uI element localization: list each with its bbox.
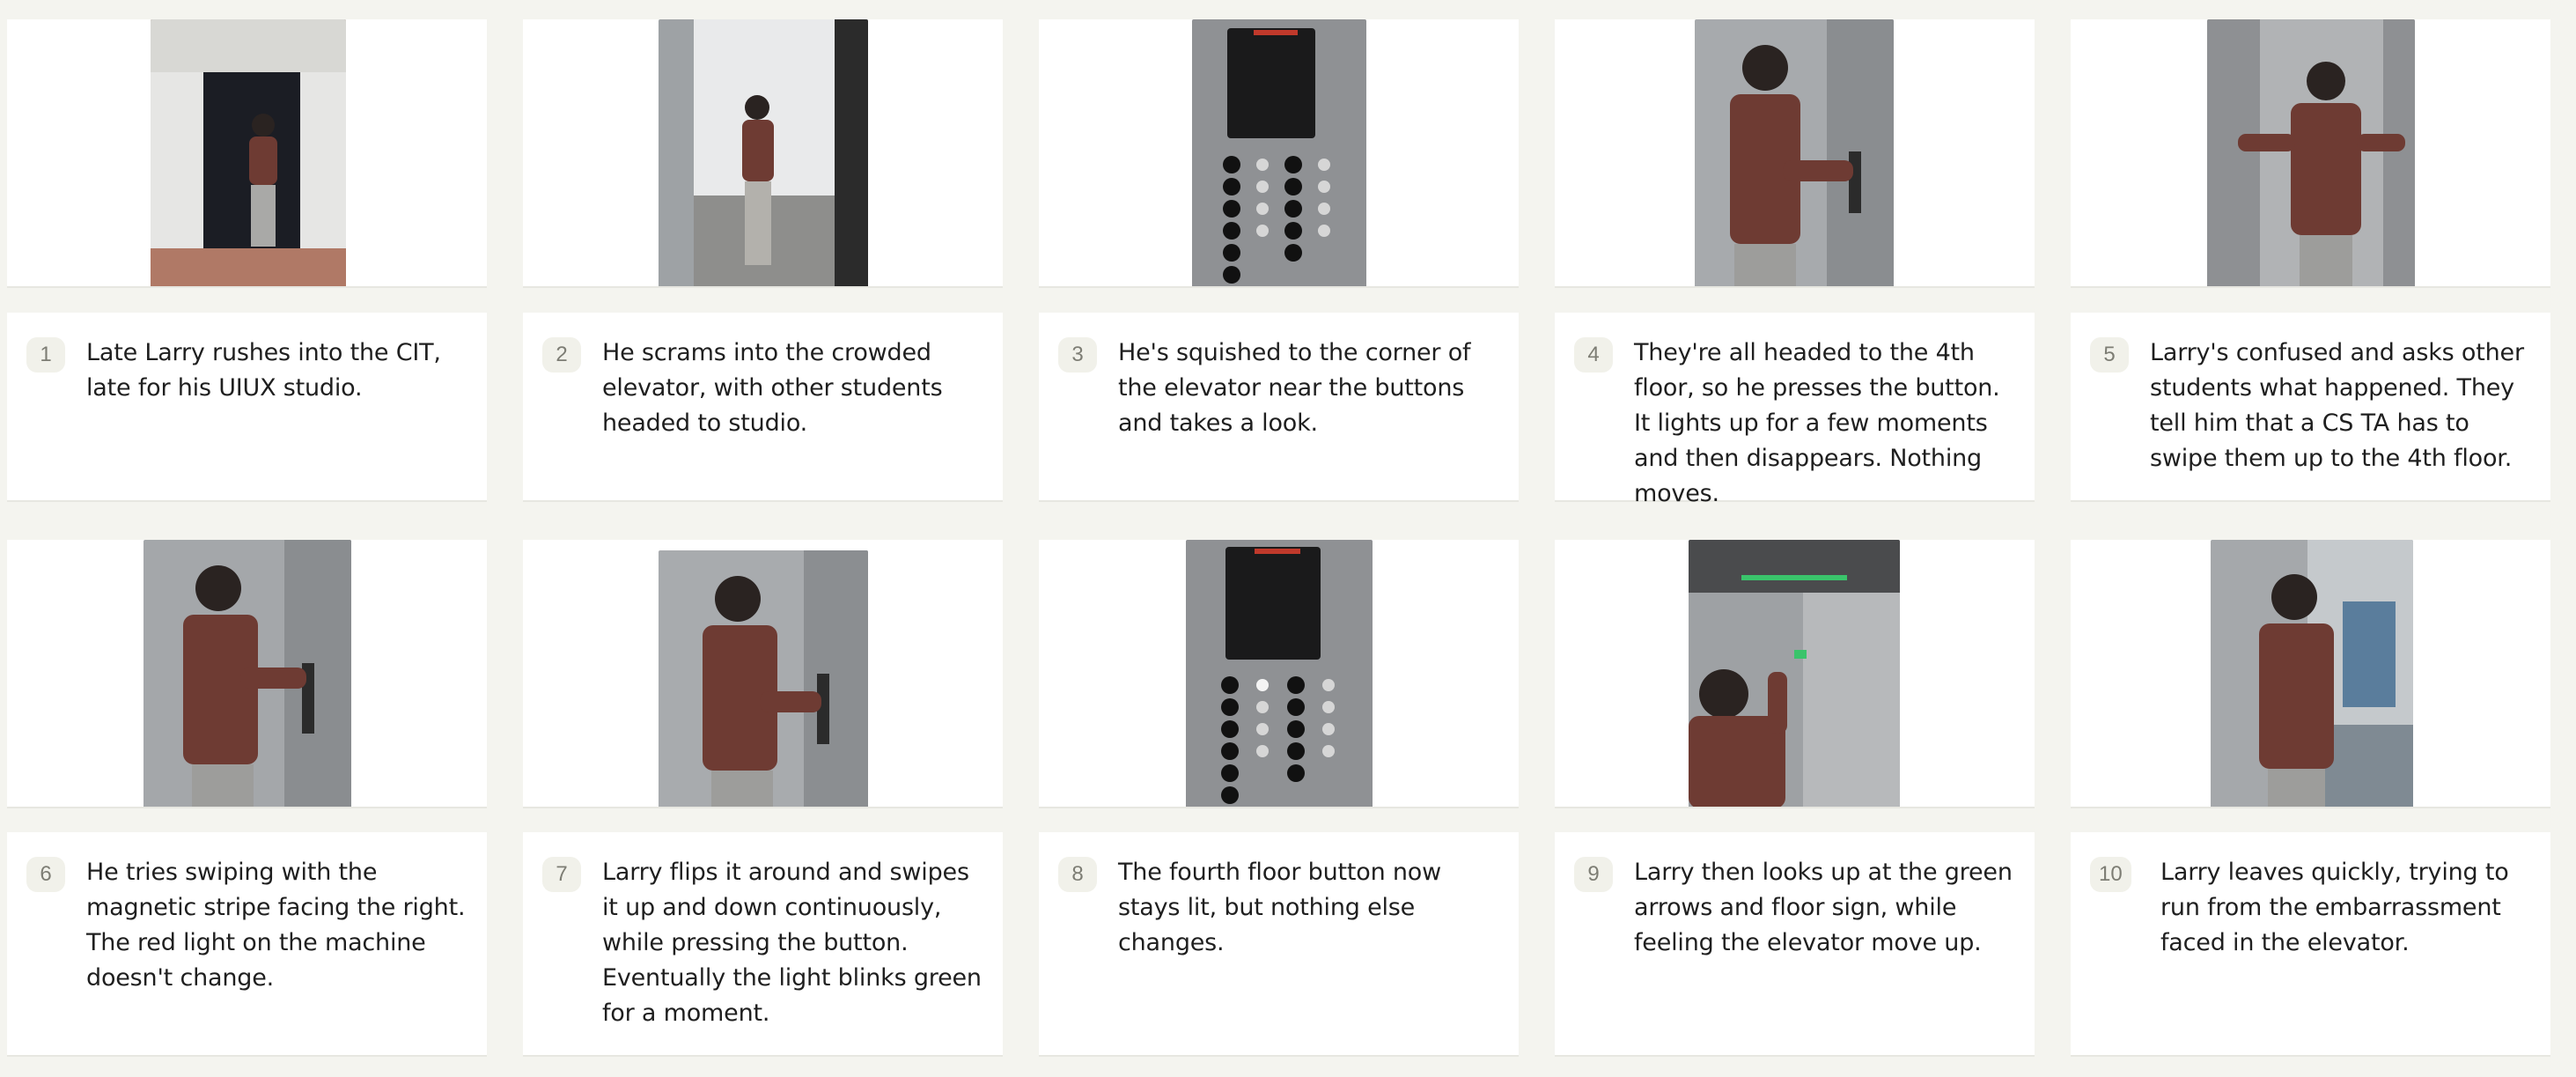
panel-caption: He scrams into the crowded elevator, wit… (602, 339, 943, 437)
panel-caption: Larry then looks up at the green arrows … (1634, 859, 2013, 956)
panel-caption: He tries swiping with the magnetic strip… (86, 859, 466, 992)
panel-5-caption-card: 5 Larry's confused and asks other studen… (2071, 313, 2550, 502)
panel-number: 10 (2090, 857, 2131, 892)
panel-3-caption-card: 3 He's squished to the corner of the ele… (1039, 313, 1519, 502)
panel-1-image-card (7, 19, 487, 288)
panel-10-image-card (2071, 540, 2550, 808)
panel-caption: Larry leaves quickly, trying to run from… (2160, 859, 2509, 956)
panel-5-image-card (2071, 19, 2550, 288)
panel-9-photo (1689, 540, 1900, 807)
panel-7-caption-card: 7 Larry flips it around and swipes it up… (523, 832, 1003, 1057)
storyboard: 1 Late Larry rushes into the CIT, late f… (0, 0, 2576, 1077)
panel-4-caption-card: 4 They're all headed to the 4th floor, s… (1555, 313, 2035, 507)
panel-10-caption-card: 10 Larry leaves quickly, trying to run f… (2071, 832, 2550, 1057)
panel-number: 5 (2090, 337, 2129, 373)
panel-6-caption-card: 6 He tries swiping with the magnetic str… (7, 832, 487, 1057)
panel-2-image-card (523, 19, 1003, 288)
panel-caption: He's squished to the corner of the eleva… (1118, 339, 1471, 437)
panel-number: 6 (26, 857, 65, 892)
panel-4-image-card (1555, 19, 2035, 288)
panel-number: 2 (542, 337, 581, 373)
panel-caption: They're all headed to the 4th floor, so … (1634, 339, 2000, 507)
panel-caption: Late Larry rushes into the CIT, late for… (86, 339, 441, 402)
panel-2-caption-card: 2 He scrams into the crowded elevator, w… (523, 313, 1003, 502)
panel-number: 7 (542, 857, 581, 892)
panel-9-image-card (1555, 540, 2035, 808)
panel-6-photo (144, 540, 351, 807)
panel-8-caption-card: 8 The fourth floor button now stays lit,… (1039, 832, 1519, 1057)
panel-caption: Larry's confused and asks other students… (2150, 339, 2524, 472)
panel-number: 9 (1574, 857, 1613, 892)
panel-2-photo (659, 19, 868, 286)
panel-3-image-card (1039, 19, 1519, 288)
panel-number: 8 (1058, 857, 1097, 892)
panel-4-photo (1695, 19, 1894, 286)
panel-1-caption-card: 1 Late Larry rushes into the CIT, late f… (7, 313, 487, 502)
panel-caption: The fourth floor button now stays lit, b… (1118, 859, 1441, 956)
panel-10-photo (2211, 540, 2413, 807)
panel-9-caption-card: 9 Larry then looks up at the green arrow… (1555, 832, 2035, 1057)
panel-caption: Larry flips it around and swipes it up a… (602, 859, 982, 1027)
panel-number: 1 (26, 337, 65, 373)
panel-7-image-card (523, 540, 1003, 808)
panel-7-photo (659, 550, 868, 807)
panel-3-photo (1192, 19, 1366, 286)
panel-5-photo (2207, 19, 2415, 286)
panel-8-image-card (1039, 540, 1519, 808)
panel-number: 4 (1574, 337, 1613, 373)
panel-8-photo (1186, 540, 1373, 807)
panel-1-photo (151, 19, 346, 286)
panel-number: 3 (1058, 337, 1097, 373)
panel-6-image-card (7, 540, 487, 808)
